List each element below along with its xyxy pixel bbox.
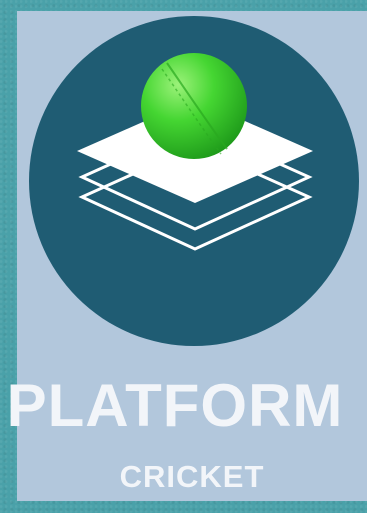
brand-title: PLATFORM <box>6 372 344 439</box>
cricket-platform-logo-icon <box>29 16 359 346</box>
cricket-ball-icon <box>141 53 247 159</box>
brand-subtitle: CRICKET <box>119 459 265 494</box>
logo-panel: PLATFORM CRICKET <box>7 11 367 501</box>
